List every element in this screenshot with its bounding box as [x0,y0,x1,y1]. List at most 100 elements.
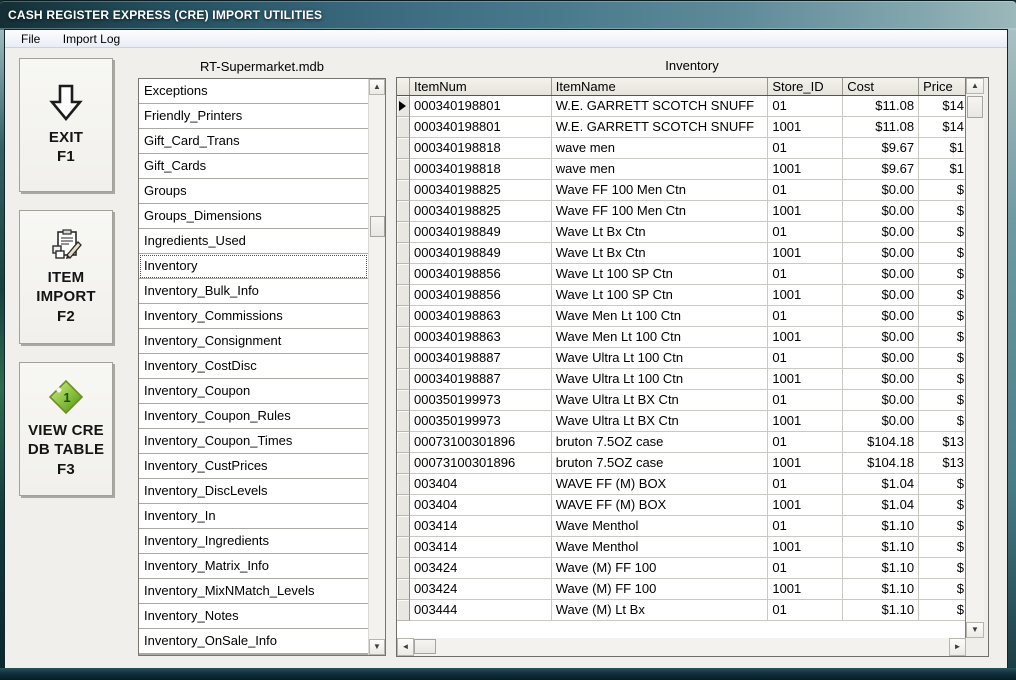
cell-cost[interactable]: $11.08 [843,96,919,117]
cell-price[interactable]: $ [919,222,965,243]
list-item[interactable]: Groups [139,179,368,204]
cell-store_id[interactable]: 01 [768,264,843,285]
cell-cost[interactable]: $1.04 [843,474,919,495]
row-indicator[interactable] [397,243,410,264]
list-item[interactable]: Inventory_DiscLevels [139,479,368,504]
table-row[interactable]: 000340198887Wave Ultra Lt 100 Ctn01$0.00… [397,348,965,369]
row-indicator[interactable] [397,348,410,369]
cell-itemnum[interactable]: 00073100301896 [410,453,552,474]
cell-store_id[interactable]: 1001 [768,117,843,138]
cell-itemnum[interactable]: 000340198849 [410,222,552,243]
table-row[interactable]: 003444Wave (M) Lt Bx01$1.10$ [397,600,965,621]
cell-itemname[interactable]: Wave Ultra Lt BX Ctn [552,390,769,411]
cell-itemnum[interactable]: 000340198849 [410,243,552,264]
cell-store_id[interactable]: 1001 [768,495,843,516]
cell-cost[interactable]: $1.10 [843,579,919,600]
cell-itemname[interactable]: Wave Men Lt 100 Ctn [552,327,769,348]
cell-store_id[interactable]: 1001 [768,243,843,264]
list-item[interactable]: Groups_Dimensions [139,204,368,229]
cell-itemname[interactable]: Wave FF 100 Men Ctn [552,180,769,201]
cell-price[interactable]: $ [919,600,965,621]
cell-store_id[interactable]: 01 [768,558,843,579]
column-header-price[interactable]: Price [919,78,965,95]
cell-cost[interactable]: $0.00 [843,348,919,369]
cell-cost[interactable]: $0.00 [843,411,919,432]
grid-hscrollbar-thumb[interactable] [414,639,436,654]
cell-price[interactable]: $ [919,369,965,390]
cell-itemname[interactable]: Wave Menthol [552,516,769,537]
cell-price[interactable]: $ [919,474,965,495]
table-row[interactable]: 000340198801W.E. GARRETT SCOTCH SNUFF100… [397,117,965,138]
row-indicator[interactable] [397,264,410,285]
table-row[interactable]: 000350199973Wave Ultra Lt BX Ctn01$0.00$ [397,390,965,411]
row-indicator[interactable] [397,453,410,474]
exit-button[interactable]: EXITF1 [19,58,113,192]
cell-itemnum[interactable]: 003424 [410,558,552,579]
list-item[interactable]: Exceptions [139,79,368,104]
list-item[interactable]: Inventory_In [139,504,368,529]
row-indicator[interactable] [397,222,410,243]
list-item[interactable]: Inventory_CostDisc [139,354,368,379]
cell-price[interactable]: $ [919,516,965,537]
tables-list-scrollbar-thumb[interactable] [370,216,385,237]
cell-cost[interactable]: $0.00 [843,285,919,306]
row-indicator[interactable] [397,474,410,495]
cell-store_id[interactable]: 1001 [768,411,843,432]
cell-price[interactable]: $ [919,495,965,516]
list-item[interactable]: Inventory_CustPrices [139,454,368,479]
row-indicator[interactable] [397,537,410,558]
cell-itemname[interactable]: Wave Ultra Lt 100 Ctn [552,348,769,369]
titlebar[interactable]: CASH REGISTER EXPRESS (CRE) IMPORT UTILI… [0,0,1016,30]
row-indicator[interactable] [397,369,410,390]
cell-store_id[interactable]: 1001 [768,159,843,180]
cell-itemname[interactable]: wave men [552,138,769,159]
grid-vertical-scrollbar[interactable]: ▲ ▼ [966,78,984,638]
list-item[interactable]: Gift_Card_Trans [139,129,368,154]
cell-itemname[interactable]: bruton 7.5OZ case [552,432,769,453]
table-row[interactable]: 003404WAVE FF (M) BOX1001$1.04$ [397,495,965,516]
list-item[interactable]: Inventory_Bulk_Info [139,279,368,304]
cell-itemnum[interactable]: 000340198801 [410,96,552,117]
cell-store_id[interactable]: 1001 [768,369,843,390]
list-item[interactable]: Inventory_Ingredients [139,529,368,554]
row-indicator[interactable] [397,432,410,453]
cell-cost[interactable]: $104.18 [843,432,919,453]
list-item[interactable]: Inventory_MixNMatch_Levels [139,579,368,604]
cell-cost[interactable]: $0.00 [843,222,919,243]
cell-itemnum[interactable]: 000340198887 [410,348,552,369]
row-indicator[interactable] [397,411,410,432]
cell-price[interactable]: $ [919,537,965,558]
cell-cost[interactable]: $0.00 [843,327,919,348]
column-header-itemname[interactable]: ItemName [552,78,769,95]
cell-itemname[interactable]: Wave (M) FF 100 [552,558,769,579]
table-row[interactable]: 000340198818wave men01$9.67$1 [397,138,965,159]
row-indicator[interactable] [397,390,410,411]
cell-store_id[interactable]: 01 [768,348,843,369]
table-row[interactable]: 003424Wave (M) FF 1001001$1.10$ [397,579,965,600]
cell-price[interactable]: $ [919,390,965,411]
cell-store_id[interactable]: 01 [768,306,843,327]
column-header-store_id[interactable]: Store_ID [768,78,843,95]
cell-cost[interactable]: $9.67 [843,138,919,159]
item-import-button[interactable]: ITEMIMPORTF2 [19,210,113,344]
cell-cost[interactable]: $0.00 [843,264,919,285]
table-row[interactable]: 003424Wave (M) FF 10001$1.10$ [397,558,965,579]
cell-store_id[interactable]: 01 [768,138,843,159]
cell-itemnum[interactable]: 000350199973 [410,390,552,411]
row-indicator[interactable] [397,138,410,159]
cell-store_id[interactable]: 01 [768,474,843,495]
cell-cost[interactable]: $1.10 [843,537,919,558]
list-item[interactable]: Inventory_Matrix_Info [139,554,368,579]
cell-itemname[interactable]: Wave Lt 100 SP Ctn [552,264,769,285]
cell-price[interactable]: $ [919,579,965,600]
cell-cost[interactable]: $0.00 [843,306,919,327]
cell-cost[interactable]: $9.67 [843,159,919,180]
cell-store_id[interactable]: 1001 [768,285,843,306]
tables-list-scrollbar[interactable]: ▲ ▼ [368,79,385,655]
table-row[interactable]: 000340198856Wave Lt 100 SP Ctn1001$0.00$ [397,285,965,306]
row-indicator[interactable] [397,180,410,201]
cell-itemnum[interactable]: 000340198863 [410,327,552,348]
list-item[interactable]: Inventory_Coupon [139,379,368,404]
cell-cost[interactable]: $0.00 [843,180,919,201]
row-indicator[interactable] [397,285,410,306]
